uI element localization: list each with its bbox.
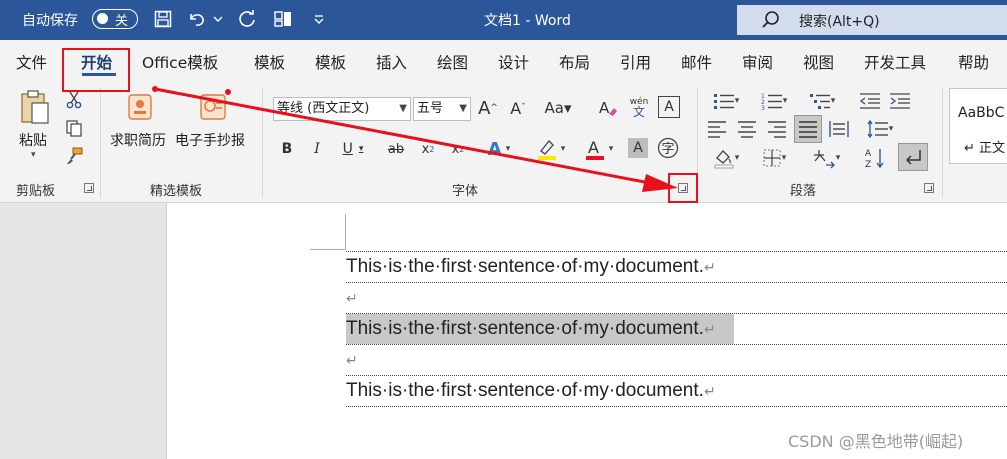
annotation-arrow [152,86,678,192]
